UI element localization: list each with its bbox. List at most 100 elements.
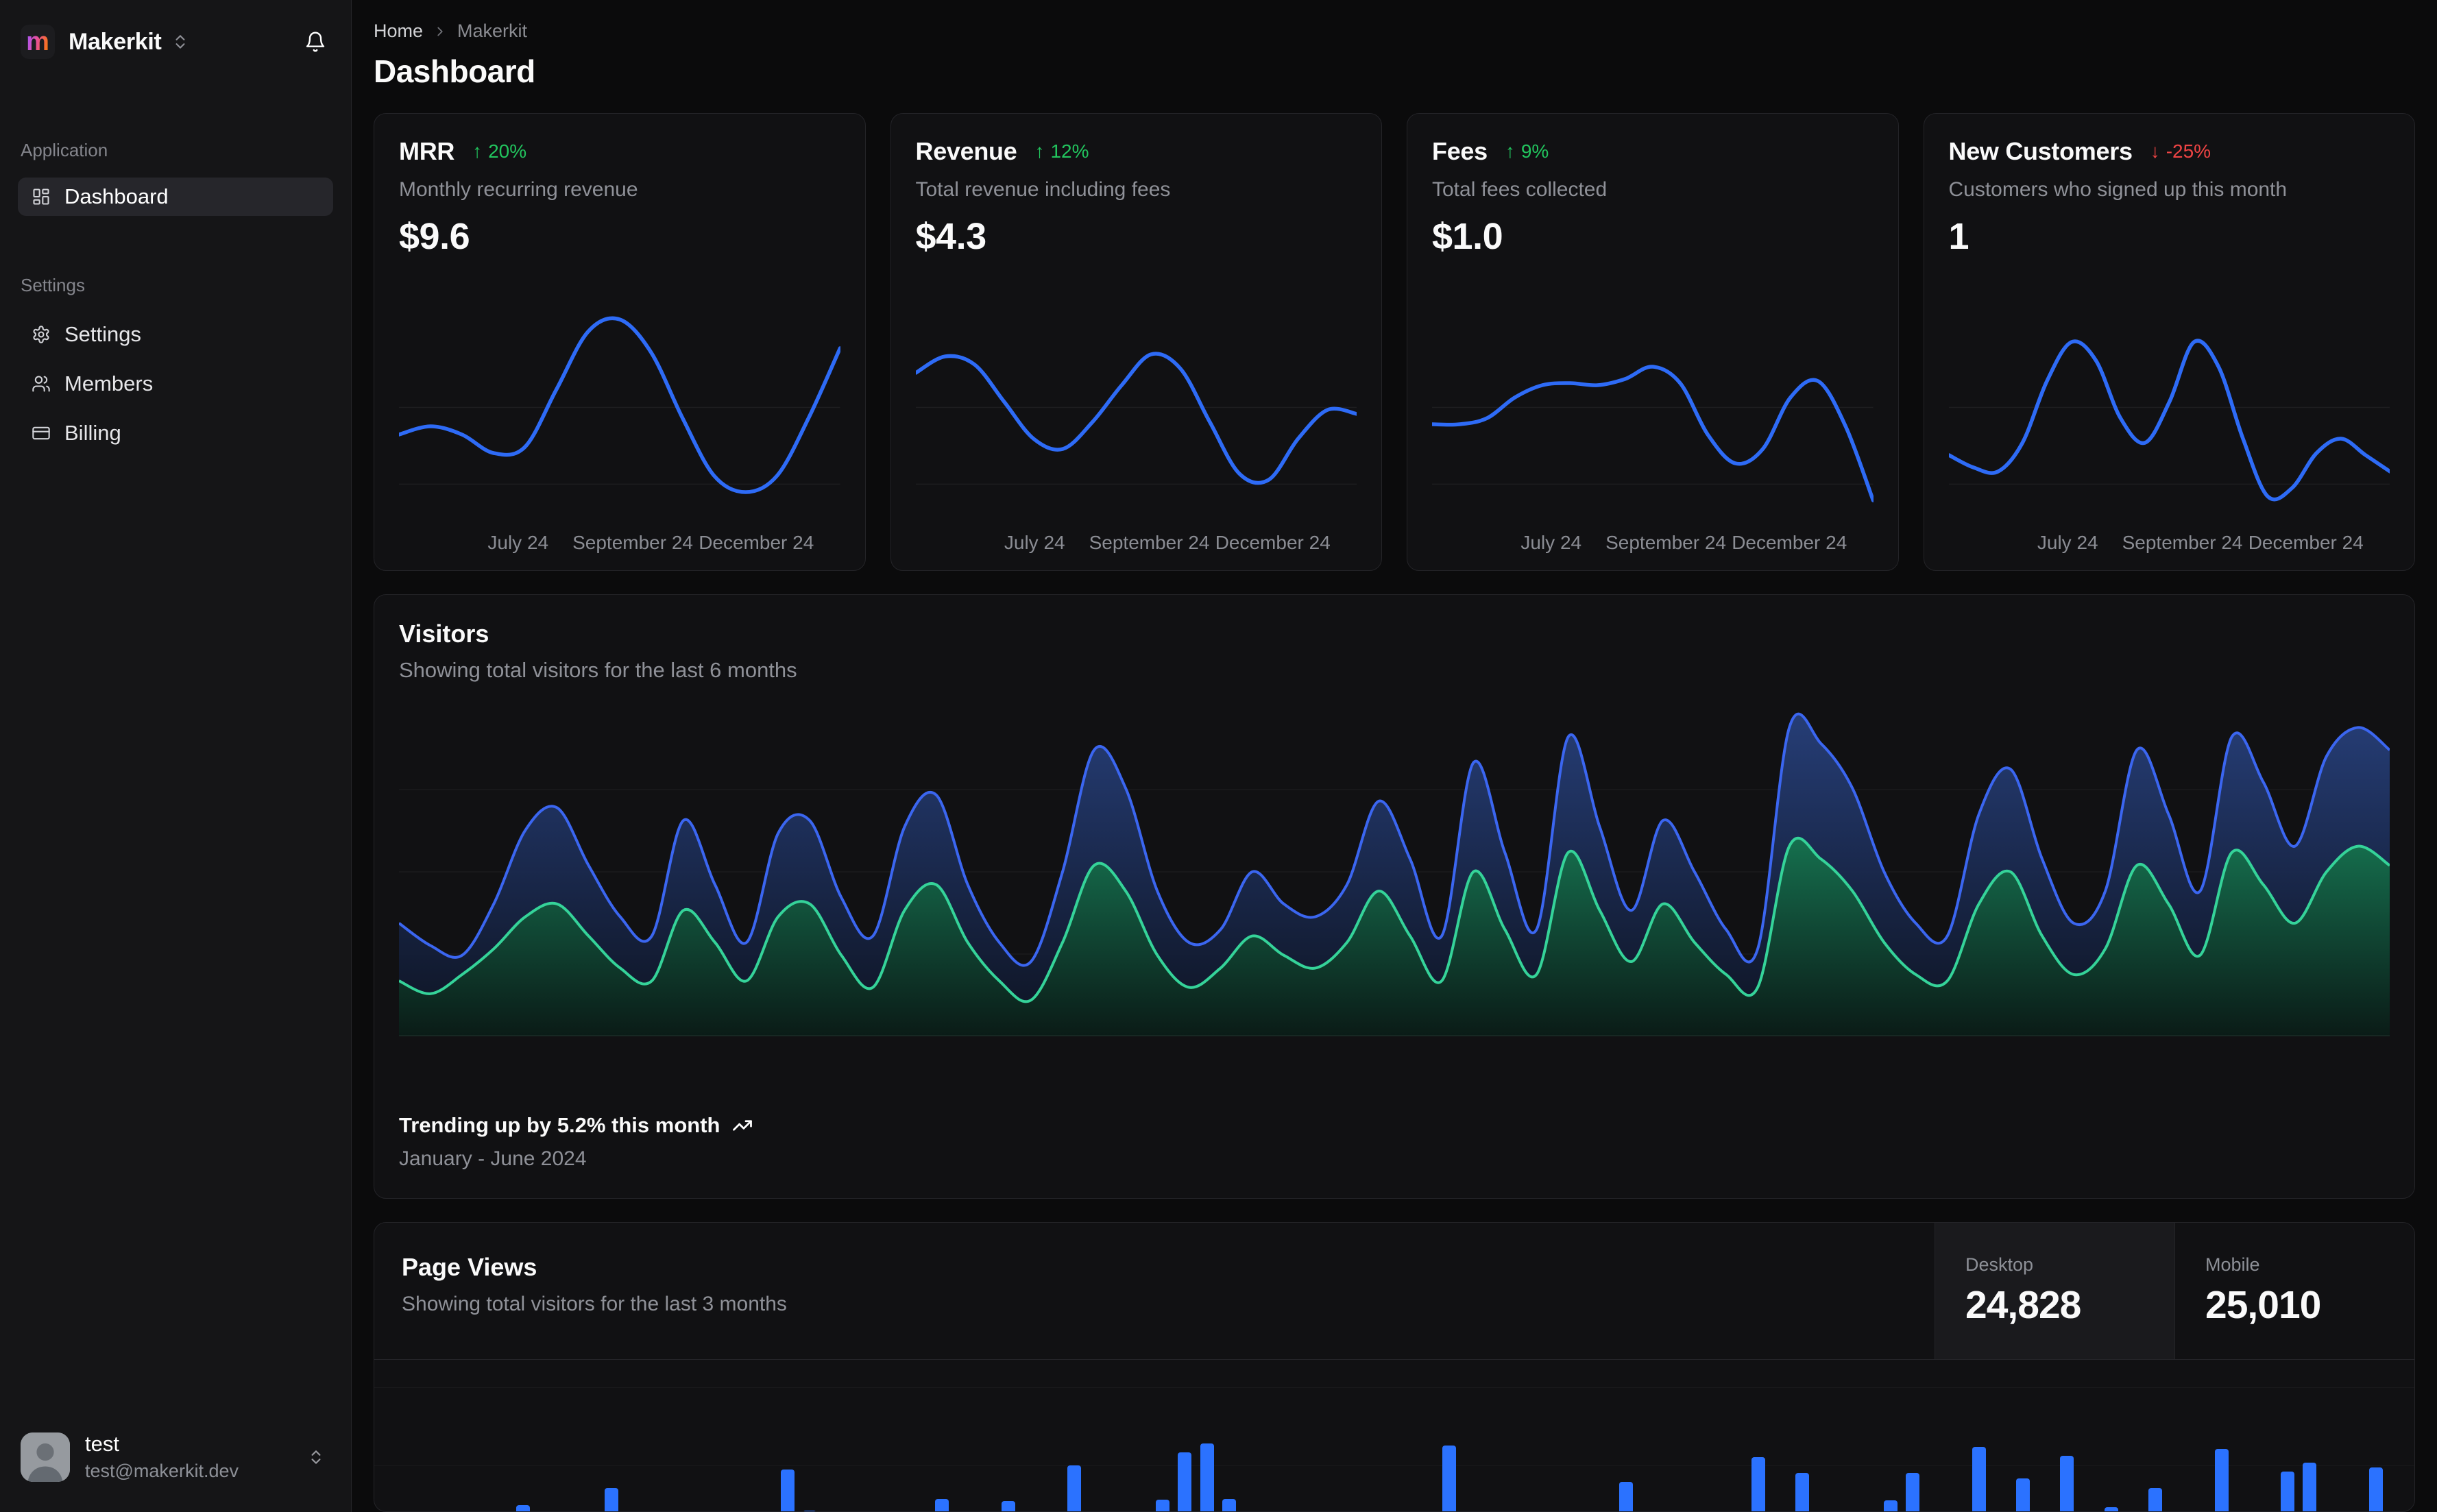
user-menu[interactable]: test test@makerkit.dev [21, 1432, 330, 1482]
sidebar-item-members[interactable]: Members [18, 365, 333, 403]
trend-up-arrow-icon: ↑ [472, 141, 483, 162]
stat-title: Fees [1432, 137, 1488, 165]
bar [1178, 1452, 1192, 1511]
brand-logo: m [21, 25, 55, 59]
bar [2060, 1456, 2074, 1511]
stat-subtitle: Total fees collected [1432, 178, 1608, 201]
gridline [374, 1465, 2414, 1466]
bar [2368, 1467, 2383, 1511]
stat-card-fees: Fees ↑ 9% Total fees collected $1.0 July … [1407, 113, 1899, 571]
bar [935, 1499, 949, 1511]
bar [1001, 1501, 1015, 1511]
page-views-title: Page Views [402, 1253, 537, 1281]
stat-value: 1 [1948, 216, 1969, 257]
x-tick: December 24 [2248, 532, 2364, 553]
sparkline-chart: July 24 September 24 December 24 [915, 304, 1357, 554]
visitors-title: Visitors [399, 620, 489, 648]
trending-up-icon [733, 1120, 753, 1131]
sidebar-item-dashboard[interactable]: Dashboard [18, 178, 333, 216]
bar [2148, 1488, 2163, 1511]
stat-card-revenue: Revenue ↑ 12% Total revenue including fee… [890, 113, 1382, 571]
user-email: test@makerkit.dev [85, 1461, 239, 1481]
trend-value: 9% [1520, 141, 1549, 162]
breadcrumb-home-link[interactable]: Home [374, 21, 423, 42]
stat-title: New Customers [1948, 137, 2133, 165]
bar [1618, 1482, 1633, 1511]
layout-dashboard-icon [33, 188, 49, 205]
bar [1156, 1500, 1170, 1511]
page-views-bar-chart [402, 1360, 2387, 1511]
sidebar: m Makerkit Application Dashboard Setting… [0, 0, 352, 1512]
user-name: test [85, 1432, 119, 1456]
bar [1442, 1446, 1457, 1511]
sidebar-item-billing[interactable]: Billing [18, 414, 333, 452]
sparkline-svg [399, 316, 840, 494]
bar [2214, 1449, 2229, 1511]
sidebar-item-label: Members [64, 371, 154, 395]
x-axis-labels: July 24 September 24 December 24 [916, 524, 1357, 554]
mobile-toggle-button[interactable]: Mobile 25,010 [2174, 1223, 2414, 1359]
stat-value: $4.3 [915, 216, 987, 257]
x-tick: September 24 [1605, 532, 1726, 553]
x-tick: September 24 [1089, 532, 1210, 553]
bar [1751, 1457, 1765, 1511]
sidebar-section-settings: Settings [21, 275, 85, 295]
sparkline-svg [915, 352, 1357, 485]
bar [2016, 1478, 2030, 1511]
bar [516, 1505, 530, 1511]
trend-badge: ↑ 9% [1505, 141, 1549, 162]
x-tick: December 24 [1215, 532, 1331, 553]
bar [2281, 1472, 2295, 1511]
x-tick: December 24 [1732, 532, 1847, 553]
bar [1972, 1447, 1986, 1511]
app-root: m Makerkit Application Dashboard Setting… [0, 0, 2437, 1512]
gear-icon [33, 326, 49, 343]
trend-badge: ↓ -25% [2150, 141, 2211, 162]
visitors-card: Visitors Showing total visitors for the … [374, 594, 2415, 1199]
main-content: Home Makerkit Dashboard MRR ↑ 20% Monthly… [352, 0, 2437, 1512]
stat-cards-row: MRR ↑ 20% Monthly recurring revenue $9.6 … [374, 113, 2415, 571]
bar [1906, 1473, 1920, 1511]
page-views-subtitle: Showing total visitors for the last 3 mo… [402, 1293, 787, 1315]
visitors-area-chart [399, 707, 2390, 1036]
sparkline-chart: July 24 September 24 December 24 [1948, 304, 2390, 554]
visitors-chart-svg [399, 712, 2390, 1036]
trend-up-arrow-icon: ↑ [1034, 141, 1045, 162]
users-icon [32, 376, 50, 392]
desktop-toggle-button[interactable]: Desktop 24,828 [1935, 1223, 2174, 1359]
sidebar-item-label: Settings [64, 322, 142, 346]
sidebar-item-settings[interactable]: Settings [18, 315, 333, 354]
breadcrumb-current: Makerkit [457, 21, 528, 41]
stat-subtitle: Customers who signed up this month [1948, 178, 2288, 201]
brand-logo-letter: m [26, 27, 49, 56]
workspace-switcher[interactable]: m Makerkit [21, 25, 330, 59]
sparkline-chart: July 24 September 24 December 24 [1432, 304, 1874, 554]
stat-subtitle: Monthly recurring revenue [399, 178, 638, 201]
gridline [374, 1387, 2414, 1388]
sidebar-section-application: Application [21, 140, 108, 160]
avatar-placeholder [21, 1432, 70, 1482]
x-axis-labels: July 24 September 24 December 24 [1949, 524, 2390, 554]
trend-down-arrow-icon: ↓ [2150, 141, 2160, 162]
notifications-bell-icon[interactable] [304, 31, 326, 53]
bar [604, 1488, 618, 1511]
page-views-header: Page Views Showing total visitors for th… [374, 1223, 2414, 1360]
stat-subtitle: Total revenue including fees [915, 178, 1171, 201]
credit-card-icon [32, 426, 50, 440]
bar [1884, 1500, 1898, 1511]
stat-value: $1.0 [1432, 216, 1503, 257]
user-meta: test test@makerkit.dev [85, 1432, 239, 1482]
page-title: Dashboard [374, 53, 535, 89]
trend-badge: ↑ 12% [1034, 141, 1089, 162]
trend-up-arrow-icon: ↑ [1505, 141, 1515, 162]
bar [1795, 1473, 1810, 1511]
chevrons-up-down-icon [311, 1450, 321, 1464]
visitors-trend-text: Trending up by 5.2% this month [399, 1113, 720, 1137]
bar [1200, 1443, 1214, 1511]
x-tick: July 24 [487, 532, 549, 553]
trend-value: 20% [488, 141, 527, 162]
sparkline-chart: July 24 September 24 December 24 [399, 304, 840, 554]
breadcrumb: Home Makerkit [374, 21, 2415, 42]
page-views-card: Page Views Showing total visitors for th… [374, 1222, 2415, 1512]
page-views-titles: Page Views Showing total visitors for th… [374, 1223, 1935, 1359]
